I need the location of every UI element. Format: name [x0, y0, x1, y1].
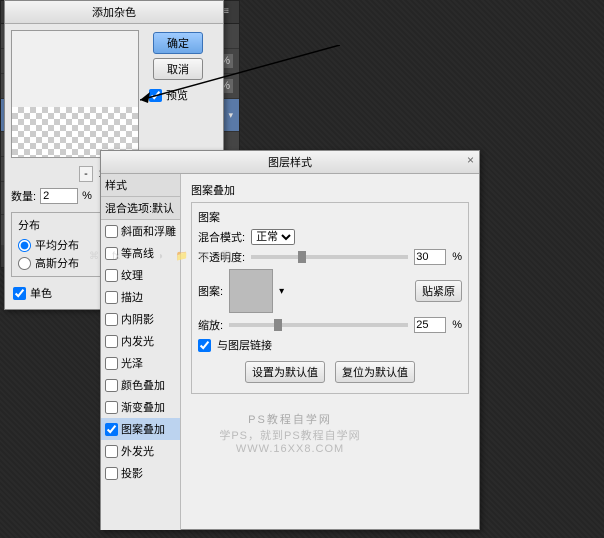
link-with-layer-label: 与图层链接 [217, 337, 272, 353]
link-layers-icon[interactable]: ⌘ [87, 249, 101, 263]
style-option-label: 图案叠加 [121, 421, 165, 437]
blend-mode-select[interactable]: 正常 [251, 229, 295, 245]
style-option-checkbox[interactable] [105, 357, 118, 370]
noise-preview [11, 30, 139, 158]
mask-icon[interactable]: ◐ [131, 249, 145, 263]
group-icon[interactable]: 📁 [175, 249, 189, 263]
style-option-checkbox[interactable] [105, 423, 118, 436]
style-option-checkbox[interactable] [105, 467, 118, 480]
style-option[interactable]: 纹理 [101, 264, 180, 286]
pattern-subtitle: 图案 [198, 209, 462, 225]
style-option-label: 渐变叠加 [121, 399, 165, 415]
style-option-checkbox[interactable] [105, 291, 118, 304]
scale-label: 缩放: [198, 317, 223, 333]
style-option-label: 投影 [121, 465, 143, 481]
scale-slider[interactable] [229, 323, 408, 327]
style-option-checkbox[interactable] [105, 313, 118, 326]
adjustment-icon[interactable]: ◑ [153, 249, 167, 263]
style-option-checkbox[interactable] [105, 225, 118, 238]
pattern-swatch[interactable] [229, 269, 273, 313]
snap-origin-button[interactable]: 贴紧原 [415, 280, 462, 302]
watermark: PS教程自学网 学PS，就到PS教程自学网 WWW.16XX8.COM [219, 411, 360, 455]
style-option-label: 外发光 [121, 443, 154, 459]
close-icon[interactable]: × [467, 153, 474, 167]
fx-expand-icon[interactable]: ▾ [228, 110, 233, 121]
style-option[interactable]: 颜色叠加 [101, 374, 180, 396]
style-option-label: 描边 [121, 289, 143, 305]
style-option-checkbox[interactable] [105, 401, 118, 414]
style-option-label: 纹理 [121, 267, 143, 283]
layer-style-dialog: 图层样式 × 样式 混合选项:默认 斜面和浮雕等高线纹理描边内阴影内发光光泽颜色… [100, 150, 480, 530]
gaussian-label: 高斯分布 [35, 255, 79, 271]
preview-checkbox[interactable] [149, 89, 162, 102]
pattern-dropdown-icon[interactable]: ▾ [279, 286, 284, 297]
blend-options-header[interactable]: 混合选项:默认 [101, 197, 180, 220]
delete-icon[interactable]: 🗑 [219, 249, 233, 263]
style-option[interactable]: 内发光 [101, 330, 180, 352]
style-option-label: 颜色叠加 [121, 377, 165, 393]
pattern-opacity-slider[interactable]: .slider::after{left:var(--pos,30%)} [251, 255, 408, 259]
monochromatic-label: 单色 [30, 285, 52, 301]
style-option[interactable]: 光泽 [101, 352, 180, 374]
pattern-overlay-title: 图案叠加 [191, 182, 469, 198]
style-option-label: 斜面和浮雕 [121, 223, 176, 239]
fx-icon[interactable]: fx [109, 249, 123, 263]
monochromatic-checkbox[interactable] [13, 287, 26, 300]
style-option[interactable]: 斜面和浮雕 [101, 220, 180, 242]
amount-input[interactable] [40, 188, 78, 204]
reset-default-button[interactable]: 复位为默认值 [335, 361, 415, 383]
styles-header[interactable]: 样式 [101, 174, 180, 197]
style-list: 样式 混合选项:默认 斜面和浮雕等高线纹理描边内阴影内发光光泽颜色叠加渐变叠加图… [101, 174, 181, 530]
scale-input[interactable] [414, 317, 446, 333]
pattern-label: 图案: [198, 283, 223, 299]
blend-mode-label: 混合模式: [198, 229, 245, 245]
style-option[interactable]: 内阴影 [101, 308, 180, 330]
amount-label: 数量: [11, 188, 36, 204]
style-option-label: 光泽 [121, 355, 143, 371]
amount-unit: % [82, 190, 92, 202]
uniform-radio[interactable] [18, 239, 31, 252]
style-option-label: 内阴影 [121, 311, 154, 327]
add-noise-title: 添加杂色 [5, 1, 223, 24]
cancel-button[interactable]: 取消 [153, 58, 203, 80]
zoom-out-button[interactable]: - [79, 166, 93, 182]
style-option-checkbox[interactable] [105, 379, 118, 392]
new-layer-icon[interactable]: ▤ [197, 249, 211, 263]
style-option-checkbox[interactable] [105, 335, 118, 348]
style-option[interactable]: 渐变叠加 [101, 396, 180, 418]
style-option-checkbox[interactable] [105, 269, 118, 282]
link-with-layer-checkbox[interactable] [198, 339, 211, 352]
style-option-checkbox[interactable] [105, 445, 118, 458]
style-option[interactable]: 投影 [101, 462, 180, 484]
style-option[interactable]: 图案叠加 [101, 418, 180, 440]
preview-label: 预览 [166, 87, 188, 103]
style-option[interactable]: 描边 [101, 286, 180, 308]
uniform-label: 平均分布 [35, 237, 79, 253]
style-option[interactable]: 外发光 [101, 440, 180, 462]
style-option-label: 内发光 [121, 333, 154, 349]
pattern-opacity-input[interactable] [414, 249, 446, 265]
layer-style-title: 图层样式 × [101, 151, 479, 174]
ok-button[interactable]: 确定 [153, 32, 203, 54]
make-default-button[interactable]: 设置为默认值 [245, 361, 325, 383]
gaussian-radio[interactable] [18, 257, 31, 270]
